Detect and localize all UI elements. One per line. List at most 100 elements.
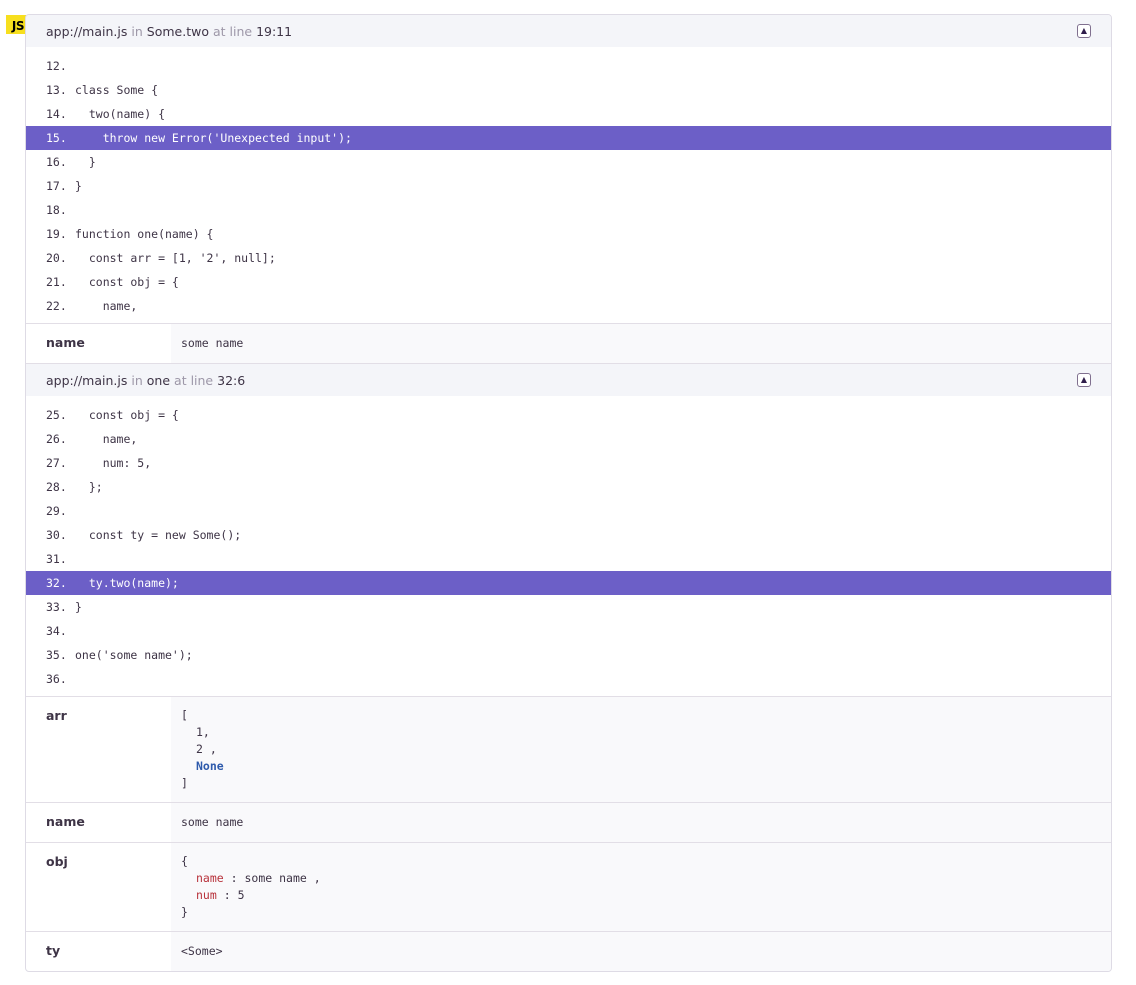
code-line: 35. one('some name'); xyxy=(26,643,1111,667)
line-number: 32. xyxy=(46,576,67,590)
frame-at-line-label: at line xyxy=(174,372,214,388)
frame-filename: app://main.js xyxy=(46,372,128,388)
frame-location: 32:6 xyxy=(217,372,246,388)
array-open-bracket: [ xyxy=(181,708,188,722)
object-entry: name : some name , xyxy=(181,870,1101,887)
line-number: 31. xyxy=(46,552,67,566)
line-number: 27. xyxy=(46,456,67,470)
stack-frame-2: app://main.js in one at line 32:6 ▲ 25. … xyxy=(26,363,1111,971)
variable-row: obj {name : some name , num : 5} xyxy=(26,843,1111,932)
line-code: name, xyxy=(75,299,138,313)
variable-key: obj xyxy=(46,854,68,869)
line-code: } xyxy=(75,155,96,169)
object-entry-key: name xyxy=(196,871,224,885)
array-item-none: None xyxy=(196,759,224,773)
variable-key: name xyxy=(46,814,85,829)
variable-value: some name xyxy=(171,324,1111,363)
object-entry-value: some name , xyxy=(244,871,321,885)
frame-variables: name some name xyxy=(26,323,1111,363)
line-code: } xyxy=(75,179,82,193)
code-line: 36. xyxy=(26,667,1111,691)
code-line: 19. function one(name) { xyxy=(26,222,1111,246)
frame-function: one xyxy=(146,372,171,388)
code-line: 12. xyxy=(26,54,1111,78)
line-code: num: 5, xyxy=(75,456,152,470)
line-number: 21. xyxy=(46,275,67,289)
code-line: 20. const arr = [1, '2', null]; xyxy=(26,246,1111,270)
stack-frame-1: app://main.js in Some.two at line 19:11 … xyxy=(26,15,1111,363)
line-code: const arr = [1, '2', null]; xyxy=(75,251,276,265)
line-number: 25. xyxy=(46,408,67,422)
line-number: 36. xyxy=(46,672,67,686)
code-line: 13. class Some { xyxy=(26,78,1111,102)
array-close-bracket: ] xyxy=(181,776,188,790)
frame-in-label: in xyxy=(131,372,143,388)
line-number: 14. xyxy=(46,107,67,121)
code-line: 25. const obj = { xyxy=(26,403,1111,427)
object-entry-separator: : xyxy=(223,871,245,885)
line-number: 35. xyxy=(46,648,67,662)
object-entry: num : 5 xyxy=(181,887,1101,904)
code-context: 12. 13. class Some { 14. two(name) { 15. … xyxy=(26,47,1111,323)
code-line: 28. }; xyxy=(26,475,1111,499)
variable-row: ty <Some> xyxy=(26,932,1111,971)
variable-key: name xyxy=(46,335,85,350)
variable-key: arr xyxy=(46,708,67,723)
code-line: 27. num: 5, xyxy=(26,451,1111,475)
code-line: 29. xyxy=(26,499,1111,523)
line-code: two(name) { xyxy=(75,107,166,121)
line-code: }; xyxy=(75,480,103,494)
variable-row: name some name xyxy=(26,324,1111,363)
array-item: 1, xyxy=(196,725,210,739)
frame-variables: arr [1, 2 , None] name some name obj { name… xyxy=(26,696,1111,971)
variable-value: <Some> xyxy=(171,932,1111,971)
line-code: const ty = new Some(); xyxy=(75,528,242,542)
code-line: 34. xyxy=(26,619,1111,643)
line-code: class Some { xyxy=(75,83,159,97)
line-number: 13. xyxy=(46,83,67,97)
frame-function: Some.two xyxy=(146,23,209,39)
line-number: 30. xyxy=(46,528,67,542)
code-line: 16. } xyxy=(26,150,1111,174)
code-line: 17.} xyxy=(26,174,1111,198)
object-open-brace: { xyxy=(181,854,188,868)
code-line: 31. xyxy=(26,547,1111,571)
variable-value: some name xyxy=(171,803,1111,842)
line-number: 16. xyxy=(46,155,67,169)
object-entry-key: num xyxy=(196,888,217,902)
stack-trace: app://main.js in Some.two at line 19:11 … xyxy=(25,14,1112,972)
line-number: 22. xyxy=(46,299,67,313)
collapse-chevron-up-icon[interactable]: ▲ xyxy=(1077,373,1091,387)
object-entry-separator: : xyxy=(216,888,238,902)
variable-value-array: [1, 2 , None] xyxy=(171,697,1111,802)
line-number: 17. xyxy=(46,179,67,193)
frame-location: 19:11 xyxy=(256,23,293,39)
object-entry-value: 5 xyxy=(237,888,245,902)
code-line-active: 32. ty.two(name); xyxy=(26,571,1111,595)
line-number: 18. xyxy=(46,203,67,217)
code-line: 14. two(name) { xyxy=(26,102,1111,126)
variable-key: ty xyxy=(46,943,61,958)
frame-header[interactable]: app://main.js in one at line 32:6 ▲ xyxy=(26,363,1111,396)
variable-row: name some name xyxy=(26,803,1111,843)
line-number: 26. xyxy=(46,432,67,446)
code-line: 18. xyxy=(26,198,1111,222)
variable-row: arr [1, 2 , None] xyxy=(26,697,1111,803)
line-number: 12. xyxy=(46,59,67,73)
line-code: ty.two(name); xyxy=(75,576,179,590)
code-line: 22. name, xyxy=(26,294,1111,318)
line-number: 20. xyxy=(46,251,67,265)
frame-header[interactable]: app://main.js in Some.two at line 19:11 … xyxy=(26,15,1111,47)
line-code: function one(name) { xyxy=(75,227,214,241)
line-code: one('some name'); xyxy=(75,648,193,662)
code-line: 33.} xyxy=(26,595,1111,619)
code-context: 25. const obj = { 26. name, 27. num: 5, … xyxy=(26,396,1111,696)
line-code: throw new Error('Unexpected input'); xyxy=(75,131,352,145)
code-line-active: 15. throw new Error('Unexpected input'); xyxy=(26,126,1111,150)
array-item: 2 , xyxy=(196,742,217,756)
frame-at-line-label: at line xyxy=(212,23,253,39)
collapse-chevron-up-icon[interactable]: ▲ xyxy=(1077,24,1091,38)
line-number: 19. xyxy=(46,227,67,241)
line-number: 28. xyxy=(46,480,67,494)
frame-in-label: in xyxy=(131,23,143,39)
